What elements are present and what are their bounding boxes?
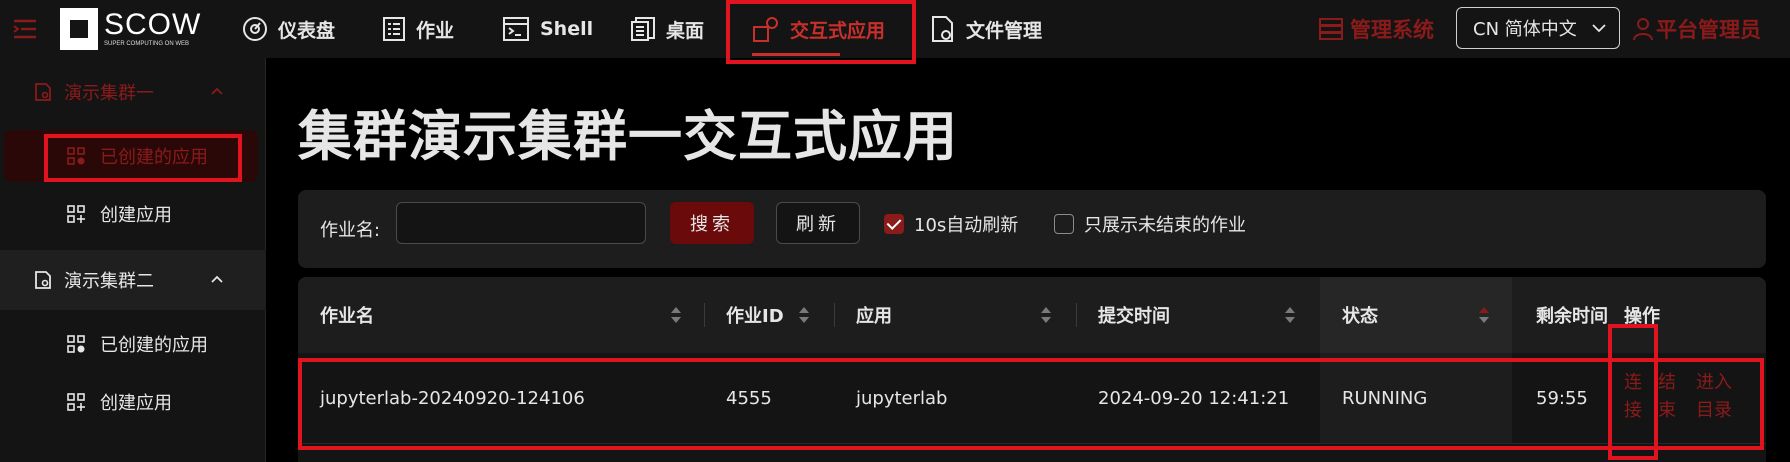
highlight-connect-action xyxy=(1608,324,1658,460)
logo-subtitle: SUPER COMPUTING ON WEB xyxy=(104,41,190,47)
language-select[interactable]: CN 简体中文 xyxy=(1456,7,1620,49)
job-icon xyxy=(383,17,405,41)
nav-dashboard-label: 仪表盘 xyxy=(278,19,336,42)
job-name-label: 作业名: xyxy=(320,220,381,241)
sidebar-item-create-app-2[interactable]: 创建应用 xyxy=(0,376,266,428)
sort-icon[interactable] xyxy=(670,305,682,325)
dashboard-icon xyxy=(243,17,267,41)
nav-desktop[interactable]: 桌面 xyxy=(630,0,704,58)
scow-logo[interactable]: SCOW SUPER COMPUTING ON WEB xyxy=(60,8,210,50)
nav-shell-label: Shell xyxy=(540,18,594,40)
column-job-id[interactable]: 作业ID xyxy=(726,277,784,353)
desktop-icon xyxy=(631,17,655,41)
cluster-icon xyxy=(35,271,51,289)
highlight-created-apps xyxy=(44,134,242,182)
nav-desktop-label: 桌面 xyxy=(666,19,705,42)
nav-shell[interactable]: Shell xyxy=(502,0,593,58)
terminal-icon xyxy=(503,17,529,41)
column-remaining-time[interactable]: 剩余时间 xyxy=(1536,277,1608,353)
column-label: 剩余时间 xyxy=(1536,306,1608,327)
highlight-nav-interactive-apps xyxy=(726,0,916,64)
chevron-up-icon xyxy=(211,275,223,283)
nav-jobs-label: 作业 xyxy=(416,19,455,42)
admin-system-label: 管理系统 xyxy=(1350,18,1434,42)
cluster-icon xyxy=(35,83,51,101)
sidebar-group-label: 演示集群一 xyxy=(64,83,154,104)
column-job-name[interactable]: 作业名 xyxy=(320,277,374,353)
column-label: 作业名 xyxy=(320,306,374,327)
refresh-button[interactable]: 刷新 xyxy=(776,202,860,244)
file-manager-icon xyxy=(932,16,953,42)
user-menu[interactable]: 平台管理员 xyxy=(1632,12,1761,46)
sort-ascending-icon[interactable] xyxy=(1478,305,1490,325)
search-button[interactable]: 搜索 xyxy=(670,202,754,244)
app-add-icon xyxy=(67,205,85,223)
user-icon xyxy=(1633,18,1653,41)
table-header: 作业名 作业ID 应用 提交时间 状态 剩余时间 操作 xyxy=(298,277,1766,353)
sort-icon[interactable] xyxy=(1284,305,1296,325)
app-grid-icon xyxy=(67,335,85,353)
column-submit-time[interactable]: 提交时间 xyxy=(1098,277,1170,353)
auto-refresh-checkbox[interactable]: 10s自动刷新 xyxy=(884,213,1019,236)
sidebar-item-created-apps-2[interactable]: 已创建的应用 xyxy=(0,318,266,370)
job-name-input[interactable] xyxy=(396,202,646,244)
checkbox-unchecked-icon xyxy=(1054,214,1074,234)
only-unfinished-checkbox[interactable]: 只展示未结束的作业 xyxy=(1054,213,1246,236)
nav-jobs[interactable]: 作业 xyxy=(382,0,454,58)
sort-icon[interactable] xyxy=(1040,305,1052,325)
highlight-job-row xyxy=(298,358,1764,450)
column-label: 状态 xyxy=(1342,306,1378,327)
server-icon xyxy=(1319,18,1343,40)
nav-file-manager[interactable]: 文件管理 xyxy=(930,0,1042,58)
chevron-up-icon xyxy=(211,87,223,95)
filter-bar: 作业名: 搜索 刷新 10s自动刷新 只展示未结束的作业 xyxy=(298,190,1766,268)
sidebar: 演示集群一 已创建的应用 创建应用 演示集群二 已创建的应用 创建应用 xyxy=(0,58,266,462)
page-title: 集群演示集群一交互式应用 xyxy=(298,105,958,168)
admin-system-link[interactable]: 管理系统 xyxy=(1318,12,1434,46)
checkbox-checked-icon xyxy=(884,214,904,234)
sidebar-item-label: 已创建的应用 xyxy=(100,335,208,356)
nav-dashboard[interactable]: 仪表盘 xyxy=(242,0,335,58)
sidebar-group-cluster2[interactable]: 演示集群二 xyxy=(0,250,266,310)
logo-text: SCOW xyxy=(104,8,202,41)
column-label: 作业ID xyxy=(726,306,784,327)
sidebar-item-create-app-1[interactable]: 创建应用 xyxy=(0,188,266,240)
nav-file-manager-label: 文件管理 xyxy=(966,19,1043,42)
sidebar-group-label: 演示集群二 xyxy=(64,271,154,292)
sidebar-item-label: 创建应用 xyxy=(100,393,172,414)
column-label: 应用 xyxy=(856,306,892,327)
chevron-down-icon xyxy=(1592,24,1606,33)
app-add-icon xyxy=(67,393,85,411)
column-status[interactable]: 状态 xyxy=(1342,277,1378,353)
sidebar-item-label: 创建应用 xyxy=(100,205,172,226)
language-value: CN 简体中文 xyxy=(1473,19,1577,40)
column-label: 提交时间 xyxy=(1098,306,1170,327)
column-app[interactable]: 应用 xyxy=(856,277,892,353)
sort-icon[interactable] xyxy=(798,305,810,325)
menu-toggle-icon[interactable] xyxy=(12,18,38,40)
sidebar-group-cluster1[interactable]: 演示集群一 xyxy=(0,62,266,122)
user-label: 平台管理员 xyxy=(1656,18,1761,42)
auto-refresh-label: 10s自动刷新 xyxy=(914,215,1019,236)
only-unfinished-label: 只展示未结束的作业 xyxy=(1084,215,1246,236)
